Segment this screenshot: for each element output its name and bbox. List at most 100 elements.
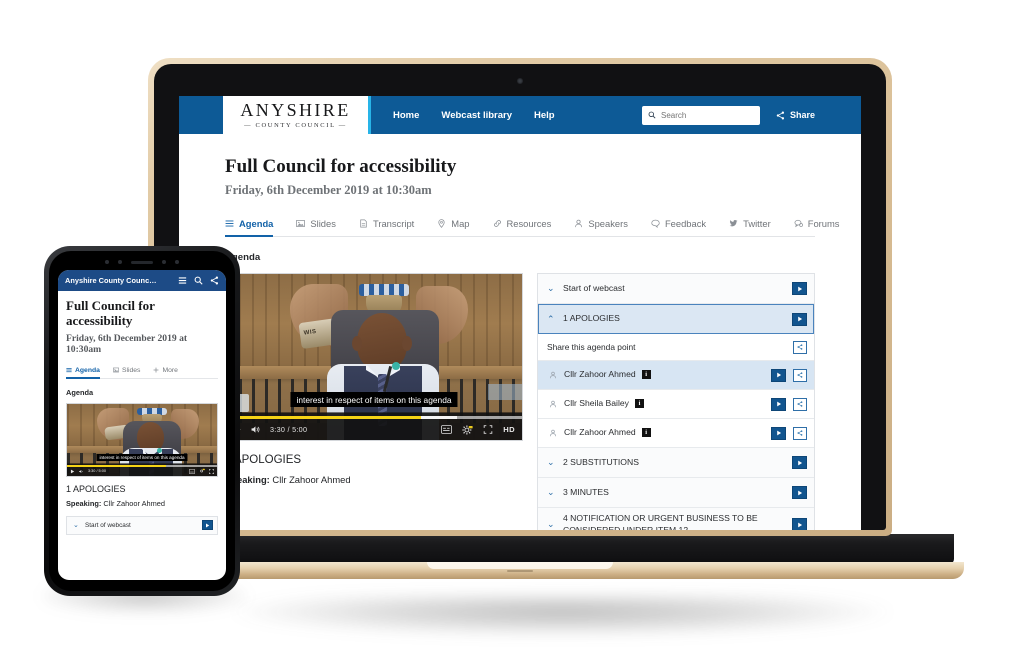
- share-icon: [797, 344, 803, 350]
- play-button[interactable]: [771, 426, 786, 440]
- phone-device: Anyshire County Counc… Full Council for …: [44, 246, 240, 596]
- screenshot-stage: ANYSHIRE — COUNTY COUNCIL — Home Webcast…: [0, 0, 1024, 648]
- nav-item-home[interactable]: Home: [393, 110, 419, 121]
- play-icon: [797, 460, 802, 465]
- play-icon: [797, 490, 802, 495]
- share-icon[interactable]: [210, 276, 219, 285]
- play-button[interactable]: [792, 282, 807, 295]
- laptop-shadow: [232, 596, 892, 636]
- mobile-speaking-prefix: Speaking:: [66, 498, 102, 508]
- nav-item-help[interactable]: Help: [534, 110, 555, 121]
- play-button[interactable]: [771, 397, 786, 411]
- hamburger-menu-icon[interactable]: [178, 276, 187, 285]
- webcam-icon: [517, 78, 523, 84]
- info-badge-icon[interactable]: i: [634, 399, 644, 409]
- settings-gear-icon[interactable]: [462, 424, 473, 435]
- search-icon[interactable]: [194, 276, 203, 285]
- laptop-base-line: [507, 570, 533, 572]
- content-tabs: Agenda Slides Transcript Map Resources S…: [225, 218, 840, 237]
- captions-icon[interactable]: [189, 468, 195, 474]
- speaker-row[interactable]: Cllr Zahoor Ahmed i: [538, 361, 814, 390]
- share-agenda-point-row[interactable]: Share this agenda point: [538, 334, 814, 361]
- mobile-video-time: 3:30 / 5:00: [88, 469, 106, 474]
- tab-feedback[interactable]: Feedback: [651, 218, 706, 236]
- mobile-video-player[interactable]: interest in respect of items on this age…: [66, 402, 218, 477]
- document-icon: [360, 219, 367, 228]
- video-right-controls: HD: [441, 424, 515, 435]
- mobile-tab-agenda[interactable]: Agenda: [66, 367, 100, 379]
- mobile-agenda-item-label: Start of webcast: [85, 521, 131, 529]
- tab-transcript[interactable]: Transcript: [359, 218, 414, 236]
- play-button[interactable]: [792, 456, 807, 469]
- share-button[interactable]: Share: [776, 110, 815, 120]
- phone-sensor-icon: [105, 260, 109, 264]
- share-button[interactable]: [793, 340, 807, 354]
- play-button[interactable]: [202, 520, 213, 531]
- captions-icon[interactable]: [441, 425, 453, 434]
- person-icon: [550, 429, 556, 437]
- chevron-up-icon: ⌃: [547, 313, 555, 324]
- site-logo[interactable]: ANYSHIRE — COUNTY COUNCIL —: [223, 96, 371, 134]
- current-agenda-item-title: 1 APOLOGIES: [225, 454, 302, 466]
- share-button[interactable]: [793, 368, 807, 382]
- search-box[interactable]: [641, 105, 760, 125]
- play-button[interactable]: [792, 518, 807, 530]
- speaker-row[interactable]: Cllr Sheila Bailey i: [538, 390, 814, 419]
- laptop-device: ANYSHIRE — COUNTY COUNCIL — Home Webcast…: [76, 58, 964, 598]
- page-content: Full Council for accessibility Friday, 6…: [179, 134, 861, 530]
- tab-map-label: Map: [451, 218, 470, 229]
- play-button[interactable]: [771, 368, 786, 382]
- agenda-item-apologies[interactable]: ⌃ 1 APOLOGIES: [538, 304, 814, 334]
- video-player[interactable]: WIS interest in respect of items on this…: [225, 273, 523, 441]
- mobile-tab-more[interactable]: More: [153, 367, 178, 378]
- tab-map[interactable]: Map: [437, 218, 470, 236]
- nav-item-webcast-library[interactable]: Webcast library: [441, 110, 512, 121]
- tab-agenda[interactable]: Agenda: [225, 218, 274, 237]
- tab-speakers[interactable]: Speakers: [574, 218, 628, 236]
- mobile-agenda-item-start-of-webcast[interactable]: ⌄ Start of webcast: [67, 516, 217, 534]
- tab-forums[interactable]: Forums: [794, 218, 840, 236]
- speaker-name: Cllr Sheila Bailey: [564, 398, 629, 409]
- share-icon: [797, 372, 803, 378]
- chevron-down-icon: ⌄: [547, 487, 555, 497]
- phone-sensor-icon: [175, 260, 179, 264]
- tab-twitter[interactable]: Twitter: [729, 218, 771, 236]
- agenda-item-substitutions[interactable]: ⌄ 2 SUBSTITUTIONS: [538, 448, 814, 478]
- mobile-speaker-line: Speaking: Cllr Zahoor Ahmed: [66, 499, 218, 508]
- video-quality-label[interactable]: HD: [503, 425, 515, 434]
- agenda-item-start-of-webcast[interactable]: ⌄ Start of webcast: [538, 274, 814, 304]
- content-columns: WIS interest in respect of items on this…: [225, 273, 815, 530]
- tab-resources-label: Resources: [506, 218, 552, 229]
- fullscreen-icon[interactable]: [483, 425, 493, 434]
- play-button[interactable]: [792, 312, 807, 326]
- share-button[interactable]: [793, 426, 807, 440]
- settings-gear-icon[interactable]: [199, 468, 205, 474]
- fullscreen-icon[interactable]: [209, 468, 214, 474]
- tab-resources[interactable]: Resources: [493, 218, 552, 236]
- info-badge-icon[interactable]: i: [641, 370, 651, 380]
- chevron-down-icon: ⌄: [547, 457, 555, 467]
- agenda-item-minutes[interactable]: ⌄ 3 MINUTES: [538, 478, 814, 508]
- play-icon[interactable]: [70, 469, 75, 474]
- mobile-tab-slides[interactable]: Slides: [113, 366, 141, 378]
- share-button[interactable]: [793, 397, 807, 411]
- mobile-agenda-list: ⌄ Start of webcast: [66, 515, 218, 535]
- image-icon: [296, 220, 306, 227]
- volume-icon[interactable]: [251, 425, 261, 434]
- tab-slides[interactable]: Slides: [296, 218, 336, 236]
- speaking-name: Cllr Zahoor Ahmed: [272, 474, 351, 485]
- speaker-row[interactable]: Cllr Zahoor Ahmed i: [538, 419, 814, 448]
- agenda-column: ⌄ Start of webcast ⌃ 1 APOLOGIES Share t…: [537, 273, 815, 530]
- speaker-row-content: Cllr Sheila Bailey i: [564, 398, 764, 409]
- volume-icon[interactable]: [79, 469, 84, 474]
- search-input[interactable]: [660, 110, 753, 120]
- play-icon: [776, 401, 781, 407]
- play-button[interactable]: [792, 486, 807, 499]
- mobile-tab-slides-label: Slides: [121, 366, 141, 374]
- phone-speaker-icon: [131, 260, 153, 264]
- phone-sensor-icon: [162, 260, 166, 264]
- agenda-item-notification[interactable]: ⌄ 4 NOTIFICATION OR URGENT BUSINESS TO B…: [538, 508, 814, 530]
- share-icon: [797, 401, 803, 407]
- video-controls: 3:30 / 5:00 HD: [226, 419, 522, 440]
- info-badge-icon[interactable]: i: [641, 428, 651, 438]
